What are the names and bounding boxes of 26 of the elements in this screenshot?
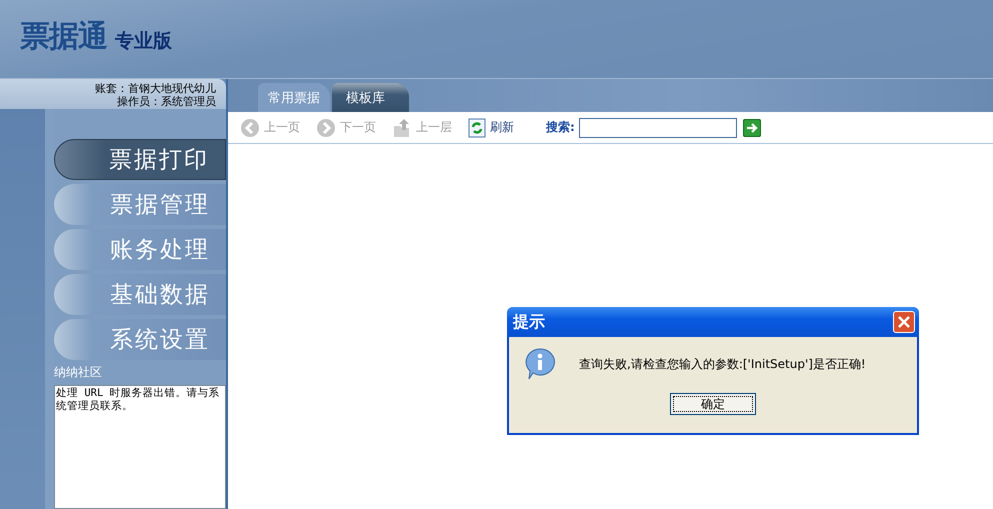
close-button[interactable] bbox=[893, 311, 915, 333]
refresh-icon bbox=[468, 118, 486, 138]
search-go-button[interactable] bbox=[742, 118, 761, 136]
ok-button[interactable]: 确定 bbox=[670, 393, 756, 415]
close-icon bbox=[897, 315, 911, 329]
toolbar-button[interactable]: 刷新 bbox=[466, 118, 516, 138]
dialog-message: 查询失败,请检查您输入的参数:['InitSetup']是否正确! bbox=[579, 356, 866, 372]
operator-name: 操作员：系统管理员 bbox=[117, 95, 216, 108]
community-message: 处理 URL 时服务器出错。请与系统管理员联系。 bbox=[54, 385, 226, 509]
tab[interactable]: 常用票据 bbox=[258, 83, 330, 112]
dialog-title: 提示 bbox=[513, 312, 545, 332]
nav-button[interactable]: 系统设置 bbox=[54, 319, 226, 360]
nav-button[interactable]: 基础数据 bbox=[54, 274, 226, 315]
nav-button[interactable]: 票据管理 bbox=[54, 184, 226, 225]
logo-title: 票据通 bbox=[20, 18, 107, 56]
info-icon bbox=[523, 347, 557, 381]
logo-edition: 专业版 bbox=[115, 28, 172, 54]
arrow-right-icon bbox=[746, 122, 758, 134]
nav-button[interactable]: 账务处理 bbox=[54, 229, 226, 270]
community-title: 纳纳社区 bbox=[54, 364, 103, 381]
tab[interactable]: 模板库 bbox=[332, 83, 409, 112]
search-field[interactable] bbox=[578, 118, 737, 138]
account-book: 账套：首钢大地现代幼儿 bbox=[95, 82, 216, 95]
nav-button[interactable]: 票据打印 bbox=[54, 139, 226, 180]
search-label: 搜索: bbox=[546, 119, 575, 136]
folder-up-icon bbox=[392, 118, 412, 138]
